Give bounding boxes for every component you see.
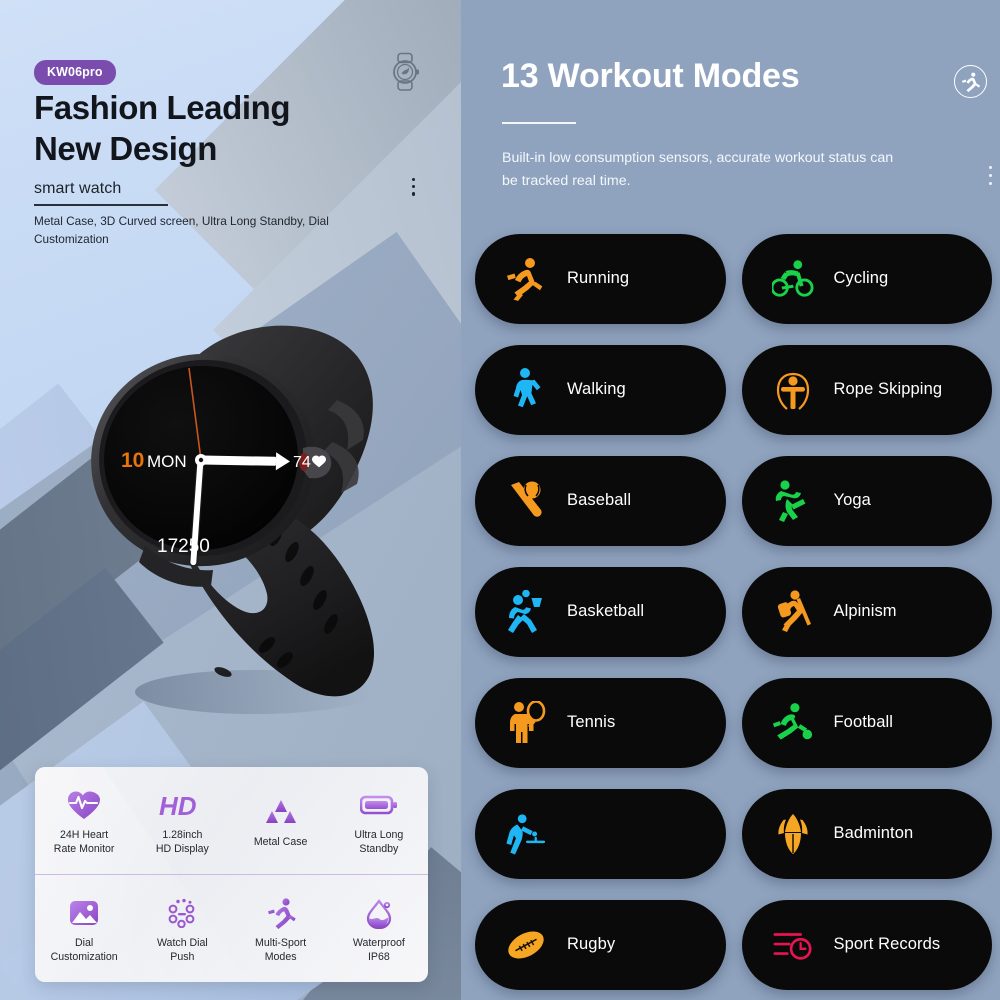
workout-mode-label: Yoga	[833, 491, 871, 510]
feature-label: Dial Customization	[50, 936, 118, 963]
workout-mode-label: Rope Skipping	[833, 380, 943, 399]
workout-mode-sport-records[interactable]: Sport Records	[741, 900, 992, 990]
feature-item-multi-sport: Multi-Sport Modes	[232, 875, 330, 983]
workout-mode-running[interactable]: Running	[475, 234, 726, 324]
feature-label: Multi-Sport Modes	[255, 936, 307, 963]
page-title: Fashion Leading New Design	[34, 88, 291, 170]
title-divider	[502, 122, 576, 124]
headline-line-2: New Design	[34, 129, 218, 167]
battery-icon	[359, 788, 398, 822]
workout-mode-cycling[interactable]: Cycling	[741, 234, 992, 324]
workout-mode-label: Sport Records	[833, 935, 941, 954]
alpinism-icon	[772, 589, 814, 635]
workout-mode-label: Baseball	[567, 491, 632, 510]
feature-item-metal-case: Metal Case	[232, 767, 330, 874]
menu-dot	[988, 181, 992, 186]
workout-mode-alpinism[interactable]: Alpinism	[741, 567, 992, 657]
feature-label: Watch Dial Push	[156, 936, 208, 963]
workout-mode-badminton[interactable]: Badminton	[741, 789, 992, 879]
workout-mode-label: Running	[567, 269, 630, 288]
feature-label: Waterproof IP68	[352, 936, 405, 963]
product-subtitle: smart watch	[34, 180, 122, 197]
workout-mode-tennis[interactable]: Tennis	[475, 678, 726, 768]
basketball-icon	[505, 589, 547, 635]
feature-item-hd-display: HD 1.28inch HD Display	[133, 767, 231, 874]
feature-label: 1.28inch HD Display	[155, 828, 209, 855]
feature-item-heart-rate: 24H Heart Rate Monitor	[35, 767, 133, 874]
feature-label: 24H Heart Rate Monitor	[53, 828, 115, 855]
smartwatch-product-image: 10 MON 74 17250	[85, 300, 415, 720]
workout-mode-walking[interactable]: Walking	[475, 345, 726, 435]
workout-mode-label: Tennis	[567, 713, 616, 732]
workout-mode-label: Basketball	[567, 602, 645, 621]
menu-dot	[988, 166, 992, 170]
sport-records-icon	[772, 922, 814, 968]
cycling-icon	[771, 256, 814, 302]
workout-mode-label: Walking	[567, 380, 626, 399]
headline-line-1: Fashion Leading	[34, 89, 291, 126]
workout-mode-label: Football	[833, 713, 894, 732]
hd-icon: HD	[158, 788, 206, 822]
right-workout-panel: 13 Workout Modes Built-in low consumptio…	[461, 0, 1000, 1000]
svg-text:HD: HD	[159, 791, 197, 820]
workout-modes-title: 13 Workout Modes	[501, 57, 800, 95]
feature-label: Metal Case	[253, 835, 308, 848]
rugby-icon	[505, 922, 547, 968]
rope-skipping-icon	[772, 367, 814, 413]
workout-modes-subtitle: Built-in low consumption sensors, accura…	[502, 150, 894, 189]
menu-dot	[412, 178, 416, 182]
workout-modes-grid: Running Cycling Walking Rope Skipping Ba…	[475, 234, 992, 990]
watch-heart-rate: 74	[293, 454, 311, 471]
heart-rate-icon	[67, 788, 101, 822]
menu-dot	[412, 192, 416, 196]
watch-outline-icon	[388, 52, 422, 97]
feature-item-waterproof: Waterproof IP68	[330, 875, 428, 983]
workout-mode-rugby[interactable]: Rugby	[475, 900, 726, 990]
workout-mode-football[interactable]: Football	[741, 678, 992, 768]
workout-mode-rope-skipping[interactable]: Rope Skipping	[741, 345, 992, 435]
product-model-badge: KW06pro	[34, 60, 116, 85]
workout-mode-basketball[interactable]: Basketball	[475, 567, 726, 657]
product-description: Metal Case, 3D Curved screen, Ultra Long…	[34, 214, 329, 247]
runner-icon	[265, 896, 297, 930]
tennis-icon	[505, 700, 547, 746]
watch-steps: 17250	[157, 536, 210, 557]
football-icon	[772, 700, 814, 746]
right-overflow-menu[interactable]	[988, 166, 992, 186]
workout-mode-yoga[interactable]: Yoga	[741, 456, 992, 546]
running-circle-icon	[954, 65, 987, 98]
workout-mode-label: Alpinism	[833, 602, 897, 621]
feature-row-top: 24H Heart Rate Monitor HD 1.28inch HD Disp…	[35, 767, 428, 875]
metal-case-icon	[264, 795, 298, 829]
left-hero-panel: KW06pro Fashion Leading New Design smart…	[0, 0, 461, 1000]
left-overflow-menu[interactable]	[412, 178, 416, 196]
running-icon	[505, 256, 547, 302]
menu-dot	[988, 173, 992, 178]
badminton-icon	[772, 811, 814, 857]
watch-date: 10	[121, 449, 144, 472]
workout-mode-label: Rugby	[567, 935, 616, 954]
image-icon	[68, 896, 100, 930]
product-infographic: KW06pro Fashion Leading New Design smart…	[0, 0, 1000, 1000]
menu-dot	[412, 185, 416, 189]
table-tennis-icon	[505, 811, 547, 857]
baseball-icon	[505, 478, 547, 524]
workout-mode-baseball[interactable]: Baseball	[475, 456, 726, 546]
feature-highlights-card: 24H Heart Rate Monitor HD 1.28inch HD Disp…	[35, 767, 428, 982]
walking-icon	[505, 367, 547, 413]
workout-mode-label: Badminton	[833, 824, 914, 843]
feature-item-watch-dial-push: Watch Dial Push	[133, 875, 231, 983]
feature-label: Ultra Long Standby	[354, 828, 404, 855]
subtitle-divider	[34, 204, 168, 206]
feature-item-standby: Ultra Long Standby	[330, 767, 428, 874]
yoga-icon	[772, 478, 814, 524]
workout-mode-label: Cycling	[833, 269, 889, 288]
feature-row-bottom: Dial Customization Watch Dial Push Multi…	[35, 875, 428, 983]
feature-item-dial-customization: Dial Customization	[35, 875, 133, 983]
water-drop-icon	[364, 896, 394, 930]
watch-weekday: MON	[147, 452, 187, 471]
workout-mode-table-tennis[interactable]	[475, 789, 726, 879]
watch-dial-push-icon	[165, 896, 199, 930]
